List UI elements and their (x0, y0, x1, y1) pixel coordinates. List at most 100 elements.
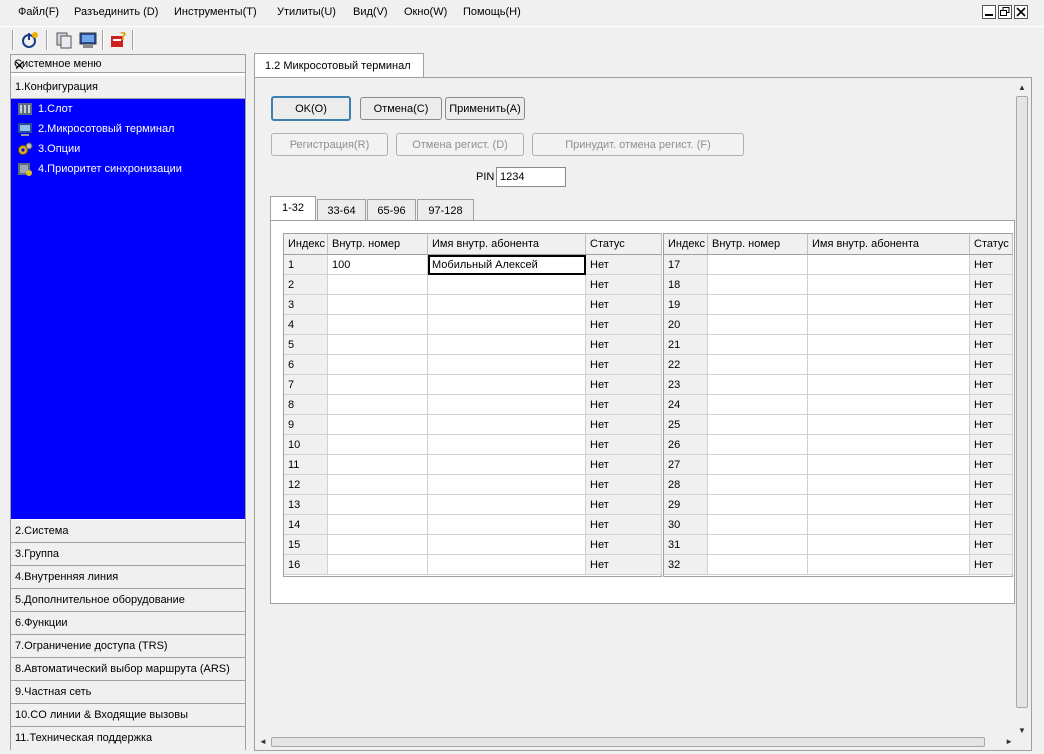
cell-extension-number[interactable] (328, 375, 428, 395)
cell-extension-name[interactable] (808, 435, 970, 455)
cell-extension-name[interactable] (808, 375, 970, 395)
cell-extension-number[interactable] (708, 275, 808, 295)
cell-status[interactable]: Нет (586, 315, 662, 335)
header-extension-name[interactable]: Имя внутр. абонента (428, 234, 586, 255)
menu-file[interactable]: Файл(F) (18, 6, 59, 18)
cell-extension-name[interactable] (428, 435, 586, 455)
category-system[interactable]: 2.Система (11, 520, 245, 543)
tab-33-64[interactable]: 33-64 (317, 199, 366, 221)
header-extension-number[interactable]: Внутр. номер (328, 234, 428, 255)
unregister-button[interactable]: Отмена регист. (D) (396, 133, 524, 156)
cell-extension-number[interactable] (328, 435, 428, 455)
cell-extension-name[interactable] (428, 515, 586, 535)
menu-help[interactable]: Помощь(H) (463, 6, 521, 18)
force-unregister-button[interactable]: Принудит. отмена регист. (F) (532, 133, 744, 156)
cell-extension-number[interactable] (328, 395, 428, 415)
cell-status[interactable]: Нет (586, 395, 662, 415)
cell-extension-name[interactable] (808, 355, 970, 375)
cell-extension-number[interactable] (328, 475, 428, 495)
cell-status[interactable]: Нет (970, 255, 1013, 275)
cell-extension-name[interactable] (808, 315, 970, 335)
cell-status[interactable]: Нет (586, 275, 662, 295)
cell-status[interactable]: Нет (970, 315, 1013, 335)
cell-extension-number[interactable] (708, 435, 808, 455)
cell-status[interactable]: Нет (970, 455, 1013, 475)
cell-status[interactable]: Нет (586, 415, 662, 435)
copy-icon[interactable] (54, 30, 74, 50)
cell-status[interactable]: Нет (970, 395, 1013, 415)
category-maintenance[interactable]: 11.Техническая поддержка (11, 727, 245, 750)
cell-extension-number[interactable] (328, 515, 428, 535)
cell-status[interactable]: Нет (586, 255, 662, 275)
scroll-up-icon[interactable]: ▲ (1018, 83, 1026, 92)
terminal-icon[interactable] (78, 30, 98, 50)
cell-status[interactable]: Нет (970, 555, 1013, 575)
cell-extension-number[interactable] (328, 275, 428, 295)
help-icon[interactable]: ? (108, 30, 128, 50)
cell-status[interactable]: Нет (586, 495, 662, 515)
cell-status[interactable]: Нет (586, 475, 662, 495)
menu-utilities[interactable]: Утилиты(U) (277, 6, 336, 18)
cell-extension-name[interactable] (808, 515, 970, 535)
tab-1-32[interactable]: 1-32 (270, 196, 316, 221)
cell-extension-name[interactable] (428, 295, 586, 315)
cell-extension-number[interactable] (708, 395, 808, 415)
tab-97-128[interactable]: 97-128 (417, 199, 474, 221)
category-extension[interactable]: 4.Внутренняя линия (11, 566, 245, 589)
cell-extension-number[interactable] (708, 495, 808, 515)
cell-status[interactable]: Нет (970, 275, 1013, 295)
cell-extension-number[interactable] (328, 315, 428, 335)
cell-extension-name[interactable] (428, 555, 586, 575)
cell-extension-number[interactable] (708, 255, 808, 275)
cell-extension-name[interactable] (808, 555, 970, 575)
cell-status[interactable]: Нет (970, 335, 1013, 355)
apply-button[interactable]: Применить(A) (445, 97, 525, 120)
scroll-right-icon[interactable]: ► (1005, 737, 1013, 746)
vertical-scroll-thumb[interactable] (1016, 96, 1028, 708)
category-group[interactable]: 3.Группа (11, 543, 245, 566)
cell-extension-number[interactable] (708, 415, 808, 435)
cell-extension-name[interactable] (808, 395, 970, 415)
cell-extension-name[interactable] (808, 335, 970, 355)
cell-status[interactable]: Нет (970, 475, 1013, 495)
category-trs[interactable]: 7.Ограничение доступа (TRS) (11, 635, 245, 658)
cancel-button[interactable]: Отмена(C) (360, 97, 442, 120)
cell-extension-number[interactable] (328, 555, 428, 575)
cell-extension-number[interactable] (328, 335, 428, 355)
cell-status[interactable]: Нет (970, 375, 1013, 395)
cell-status[interactable]: Нет (970, 495, 1013, 515)
cell-extension-number[interactable] (328, 355, 428, 375)
close-icon[interactable] (1014, 5, 1028, 19)
cell-status[interactable]: Нет (970, 355, 1013, 375)
ok-button[interactable]: OK(O) (271, 96, 351, 121)
menu-window[interactable]: Окно(W) (404, 6, 447, 18)
cell-extension-name[interactable] (428, 455, 586, 475)
cell-extension-name[interactable] (808, 255, 970, 275)
cell-extension-name[interactable] (428, 475, 586, 495)
pin-input[interactable]: 1234 (496, 167, 566, 187)
cell-extension-number[interactable] (328, 535, 428, 555)
cell-extension-number[interactable] (328, 455, 428, 475)
category-configuration[interactable]: 1.Конфигурация (11, 76, 245, 99)
header-status[interactable]: Статус (970, 234, 1013, 255)
cell-extension-name[interactable] (428, 375, 586, 395)
cell-extension-number[interactable] (708, 455, 808, 475)
cell-extension-number[interactable] (708, 475, 808, 495)
cell-extension-number[interactable] (708, 555, 808, 575)
cell-status[interactable]: Нет (970, 435, 1013, 455)
cell-status[interactable]: Нет (586, 335, 662, 355)
cell-extension-name[interactable] (428, 315, 586, 335)
cell-extension-number[interactable] (708, 535, 808, 555)
cell-extension-name[interactable]: Мобильный Алексей (428, 255, 586, 275)
minimize-icon[interactable] (982, 5, 996, 19)
header-index[interactable]: Индекс (664, 234, 708, 255)
cell-status[interactable]: Нет (586, 375, 662, 395)
cell-extension-name[interactable] (428, 535, 586, 555)
close-icon[interactable]: ✕ (14, 58, 241, 73)
category-private-network[interactable]: 9.Частная сеть (11, 681, 245, 704)
category-optional-equipment[interactable]: 5.Дополнительное оборудование (11, 589, 245, 612)
cell-status[interactable]: Нет (970, 415, 1013, 435)
header-extension-number[interactable]: Внутр. номер (708, 234, 808, 255)
cell-status[interactable]: Нет (586, 555, 662, 575)
menu-tools[interactable]: Инструменты(T) (174, 6, 257, 18)
